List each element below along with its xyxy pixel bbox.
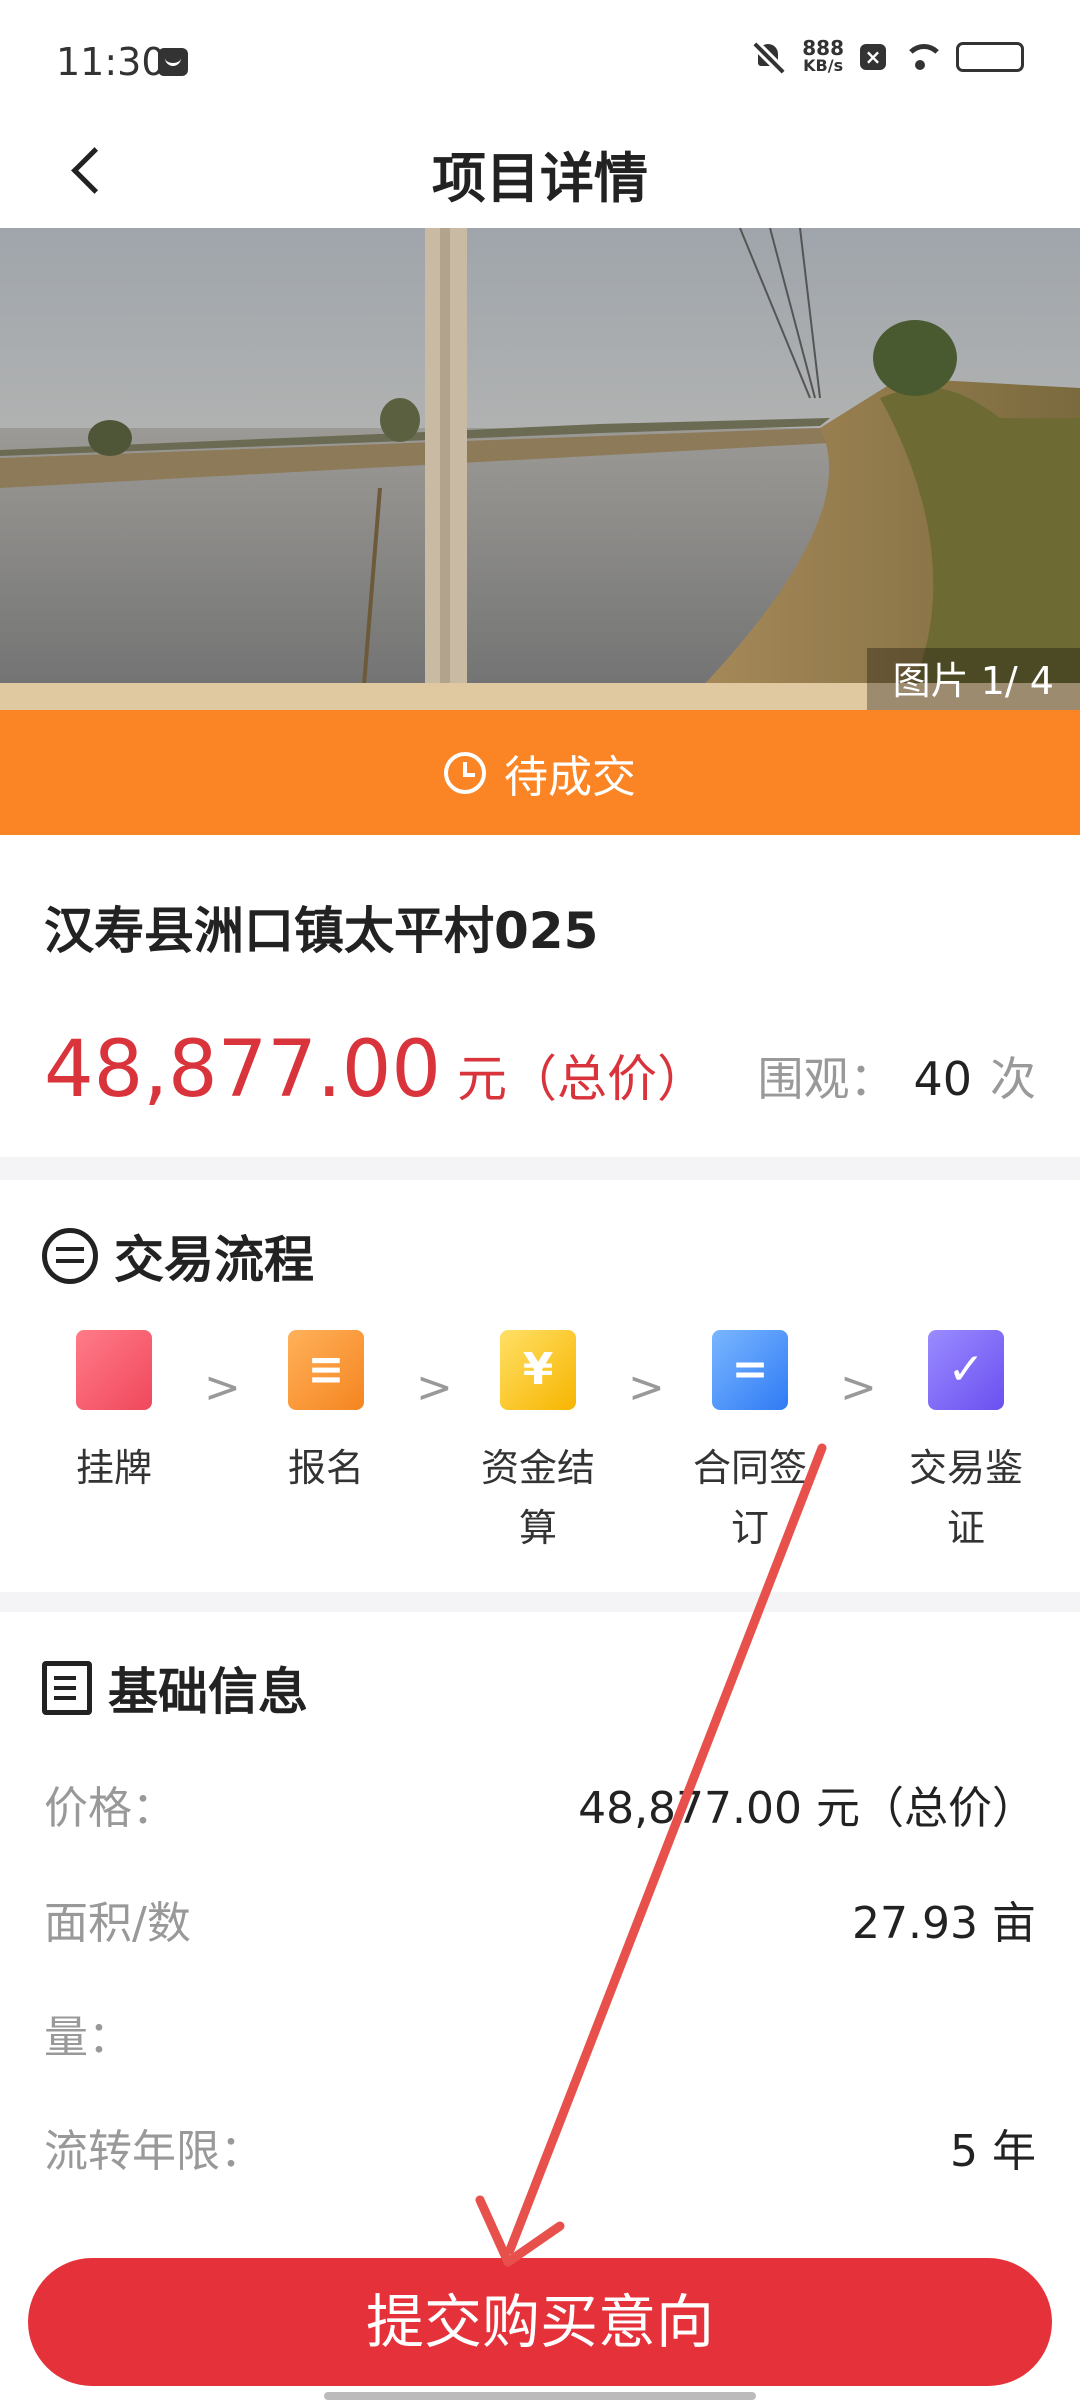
bookmark-icon [76, 1330, 152, 1410]
close-box-icon: × [860, 44, 886, 70]
basic-info-card: 基础信息 价格： 48,877.00 元（总价） 面积/数 量： 27.93 亩… [0, 1612, 1080, 2232]
wifi-icon [902, 42, 940, 72]
info-label-cont: 量： [44, 2012, 132, 2063]
status-icons: 888 KB/s × [752, 36, 1024, 75]
views-unit: 次 [990, 1052, 1036, 1106]
flow-step-signup: ≡ 报名 [246, 1310, 406, 1498]
flow-step-label: 合同签订 [692, 1446, 807, 1550]
view-count: 围观： 40 次 [757, 1043, 1036, 1109]
project-photo [0, 228, 1080, 710]
flow-step-settlement: ¥ 资金结算 [458, 1310, 618, 1558]
bottom-action-bar: 提交购买意向 [0, 2232, 1080, 2408]
submit-purchase-intent-button[interactable]: 提交购买意向 [28, 2258, 1052, 2386]
status-strip: 待成交 [0, 710, 1080, 835]
chevron-right-icon: > [628, 1362, 665, 1413]
flow-steps: 挂牌 > ≡ 报名 > ¥ 资金结算 > = 合同签订 > ✓ 交易鉴证 [0, 1310, 1080, 1570]
info-label: 价格： [44, 1783, 176, 1834]
flow-step-contract: = 合同签订 [670, 1310, 830, 1558]
info-row-price: 价格： 48,877.00 元（总价） [44, 1772, 1036, 1834]
message-icon [158, 48, 188, 76]
info-value: 5 年 [950, 2126, 1036, 2177]
flow-step-label: 挂牌 [75, 1446, 152, 1490]
chevron-right-icon: > [840, 1362, 877, 1413]
views-count: 40 [913, 1052, 972, 1106]
nav-bar: 项目详情 [0, 110, 1080, 228]
bell-off-icon [752, 40, 786, 74]
views-label: 围观： [757, 1052, 896, 1106]
info-label: 流转年限： [44, 2126, 264, 2177]
total-price: 48,877.00 [44, 1025, 441, 1115]
price-row: 48,877.00 元（总价） [44, 1025, 707, 1115]
info-value: 48,877.00 元（总价） [578, 1783, 1036, 1834]
info-title: 基础信息 [108, 1663, 308, 1721]
clock-icon [444, 751, 486, 794]
flow-step-label: 交易鉴证 [908, 1446, 1023, 1550]
net-speed: 888 KB/s [802, 36, 844, 75]
project-summary-card: 汉寿县洲口镇太平村025 48,877.00 元（总价） 围观： 40 次 [0, 835, 1080, 1157]
info-label: 面积/数 [44, 1898, 191, 1949]
info-value: 27.93 亩 [852, 1898, 1036, 1949]
transaction-flow-card: 交易流程 挂牌 > ≡ 报名 > ¥ 资金结算 > = 合同签订 > ✓ 交易鉴… [0, 1180, 1080, 1592]
status-label: 待成交 [504, 751, 636, 803]
check-box-icon: ✓ [928, 1330, 1004, 1410]
project-name: 汉寿县洲口镇太平村025 [44, 902, 599, 960]
flow-title: 交易流程 [114, 1231, 314, 1289]
flow-step-certification: ✓ 交易鉴证 [886, 1310, 1046, 1558]
flow-step-listing: 挂牌 [34, 1310, 194, 1498]
edit-list-icon [42, 1661, 92, 1715]
net-speed-unit: KB/s [803, 56, 844, 75]
page-title: 项目详情 [432, 147, 648, 210]
flow-step-label: 报名 [287, 1446, 364, 1490]
status-bar: 11:30 888 KB/s × [0, 0, 1080, 120]
chevron-right-icon: > [416, 1362, 453, 1413]
swap-icon [42, 1228, 98, 1284]
flow-header: 交易流程 [42, 1220, 314, 1292]
photo-counter: 图片 1/ 4 [866, 648, 1080, 710]
flow-step-label: 资金结算 [480, 1446, 595, 1550]
clipboard-pen-icon: ≡ [288, 1330, 364, 1410]
document-icon: = [712, 1330, 788, 1410]
status-time: 11:30 [56, 40, 166, 84]
chevron-right-icon: > [204, 1362, 241, 1413]
home-indicator [324, 2392, 756, 2400]
battery-icon [956, 42, 1024, 72]
info-row-term: 流转年限： 5 年 [44, 2115, 1036, 2177]
price-unit: 元（总价） [456, 1050, 707, 1108]
info-header: 基础信息 [42, 1652, 308, 1724]
yen-icon: ¥ [500, 1330, 576, 1410]
net-speed-value: 888 [802, 36, 844, 60]
info-row-area: 面积/数 量： 27.93 亩 [44, 1887, 1036, 2067]
photo-gallery[interactable]: 图片 1/ 4 [0, 228, 1080, 710]
